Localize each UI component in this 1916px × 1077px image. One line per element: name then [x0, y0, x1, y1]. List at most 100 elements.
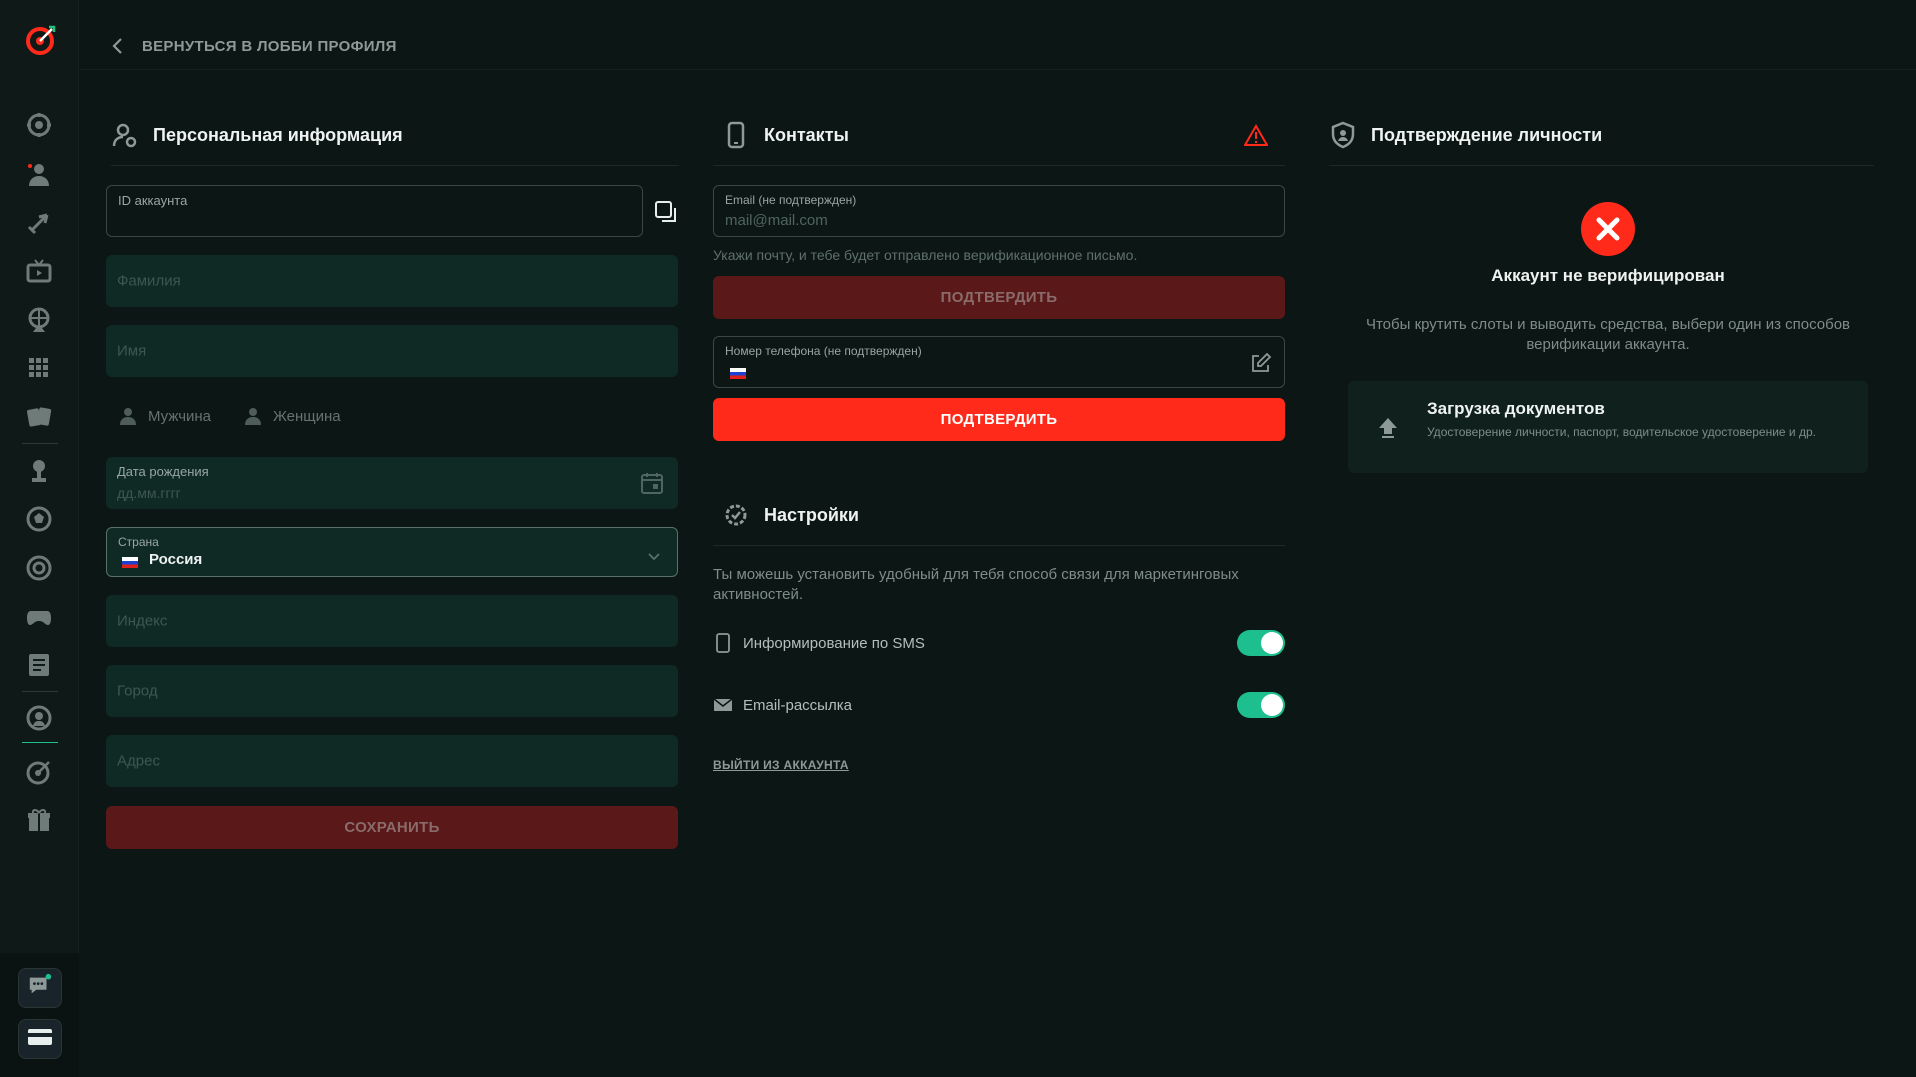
confirm-phone-label: ПОДТВЕРДИТЬ [940, 411, 1058, 428]
verification-title: Подтверждение личности [1371, 124, 1603, 145]
upload-icon [1376, 415, 1400, 444]
female-icon [245, 408, 261, 425]
sidebar-divider [22, 691, 58, 692]
phone-icon [716, 633, 730, 653]
birthdate-field[interactable]: Дата рождения дд.мм.гггг [106, 457, 678, 509]
section-divider [111, 165, 679, 166]
logout-link[interactable]: ВЫЙТИ ИЗ АККАУНТА [713, 758, 849, 772]
gender-female-radio[interactable]: Женщина [243, 406, 341, 426]
lastname-field[interactable]: Фамилия [106, 255, 678, 307]
city-placeholder: Город [117, 682, 158, 700]
gender-male-radio[interactable]: Мужчина [118, 406, 211, 426]
cards-icon[interactable] [24, 402, 54, 432]
news-icon[interactable] [24, 650, 54, 680]
top-bar: ВЕРНУТЬСЯ В ЛОББИ ПРОФИЛЯ [80, 0, 1916, 70]
football-icon[interactable] [24, 504, 54, 534]
edit-icon[interactable] [1250, 352, 1272, 379]
sms-label: Информирование по SMS [743, 634, 925, 652]
chat-icon [27, 973, 53, 1004]
error-icon [1581, 202, 1635, 256]
toggle-knob [1261, 632, 1283, 654]
section-divider [713, 165, 1285, 166]
phone-label: Номер телефона (не подтвержден) [725, 344, 922, 358]
lastname-placeholder: Фамилия [117, 272, 181, 290]
email-label: Email (не подтвержден) [725, 193, 857, 207]
back-link-label: ВЕРНУТЬСЯ В ЛОББИ ПРОФИЛЯ [142, 37, 397, 55]
sidebar-divider [22, 443, 58, 444]
payment-card-icon [26, 1023, 54, 1056]
verification-header: Подтверждение личности [1329, 121, 1602, 149]
firstname-field[interactable]: Имя [106, 325, 678, 377]
zip-placeholder: Индекс [117, 612, 168, 630]
email-setting-row: Email-рассылка [713, 695, 852, 715]
country-label: Страна [118, 535, 159, 549]
country-value: Россия [149, 551, 203, 568]
settings-title: Настройки [764, 504, 859, 525]
confirm-email-label: ПОДТВЕРДИТЬ [940, 289, 1058, 306]
confirm-phone-button[interactable]: ПОДТВЕРДИТЬ [713, 398, 1285, 441]
verification-status: Аккаунт не верифицирован [1491, 266, 1725, 285]
user-settings-icon [111, 121, 139, 149]
phone-icon [722, 121, 750, 149]
upload-subtitle: Удостоверение личности, паспорт, водител… [1427, 425, 1816, 439]
darts-icon[interactable] [24, 757, 54, 787]
section-divider [713, 545, 1285, 546]
live-sport-icon[interactable] [24, 703, 54, 733]
payment-button[interactable] [18, 1019, 62, 1059]
male-icon [120, 408, 136, 425]
section-divider [1329, 165, 1874, 166]
birthdate-label: Дата рождения [117, 464, 209, 479]
email-helper-text: Укажи почту, и тебе будет отправлено вер… [713, 247, 1138, 263]
russia-flag-icon [122, 555, 138, 568]
settings-description: Ты можешь установить удобный для тебя сп… [713, 566, 1239, 603]
email-toggle[interactable] [1237, 692, 1285, 718]
save-button[interactable]: СОХРАНИТЬ [106, 806, 678, 849]
document-upload-card[interactable]: Загрузка документов Удостоверение личнос… [1348, 381, 1868, 473]
chat-button[interactable] [18, 968, 62, 1008]
email-newsletter-label: Email-рассылка [743, 696, 852, 714]
email-field[interactable]: Email (не подтвержден) mail@mail.com [713, 185, 1285, 237]
trophy-icon[interactable] [24, 456, 54, 486]
settings-header: Настройки [722, 501, 859, 529]
address-placeholder: Адрес [117, 752, 160, 770]
sidebar-divider-active [22, 742, 58, 743]
firstname-placeholder: Имя [117, 342, 147, 360]
tv-icon[interactable] [24, 256, 54, 286]
address-field[interactable]: Адрес [106, 735, 678, 787]
upload-title: Загрузка документов [1427, 399, 1605, 418]
country-select[interactable]: Страна Россия [106, 527, 678, 577]
gift-icon[interactable] [24, 805, 54, 835]
contacts-header: Контакты [722, 121, 849, 149]
casino-chip-icon[interactable] [24, 110, 54, 140]
sms-toggle[interactable] [1237, 630, 1285, 656]
contacts-title: Контакты [764, 124, 849, 145]
phone-field[interactable]: Номер телефона (не подтвержден) [713, 336, 1285, 388]
personal-info-header: Персональная информация [111, 121, 403, 149]
chevron-left-icon [112, 38, 122, 54]
zip-field[interactable]: Индекс [106, 595, 678, 647]
lottery-icon[interactable] [24, 353, 54, 383]
account-id-field[interactable]: ID аккаунта [106, 185, 643, 237]
target-icon[interactable] [24, 553, 54, 583]
confirm-email-button[interactable]: ПОДТВЕРДИТЬ [713, 276, 1285, 319]
logo-icon[interactable] [25, 24, 57, 56]
user-icon[interactable] [24, 159, 54, 189]
sidebar-nav [0, 0, 79, 953]
back-to-lobby-link[interactable]: ВЕРНУТЬСЯ В ЛОББИ ПРОФИЛЯ [110, 36, 397, 56]
rocket-icon[interactable] [24, 208, 54, 238]
envelope-icon [713, 698, 733, 711]
shield-user-icon [1329, 121, 1357, 149]
gamepad-icon[interactable] [24, 601, 54, 631]
verification-description: Чтобы крутить слоты и выводить средства,… [1365, 316, 1851, 353]
toggle-knob [1261, 694, 1283, 716]
female-label: Женщина [273, 407, 341, 425]
wheel-icon[interactable] [24, 305, 54, 335]
city-field[interactable]: Город [106, 665, 678, 717]
calendar-icon[interactable] [640, 471, 664, 500]
russia-flag-icon [730, 366, 746, 379]
birthdate-placeholder: дд.мм.гггг [117, 485, 181, 501]
email-placeholder: mail@mail.com [725, 212, 828, 229]
copy-icon[interactable] [654, 200, 678, 224]
personal-info-title: Персональная информация [153, 124, 403, 145]
male-label: Мужчина [148, 407, 212, 425]
